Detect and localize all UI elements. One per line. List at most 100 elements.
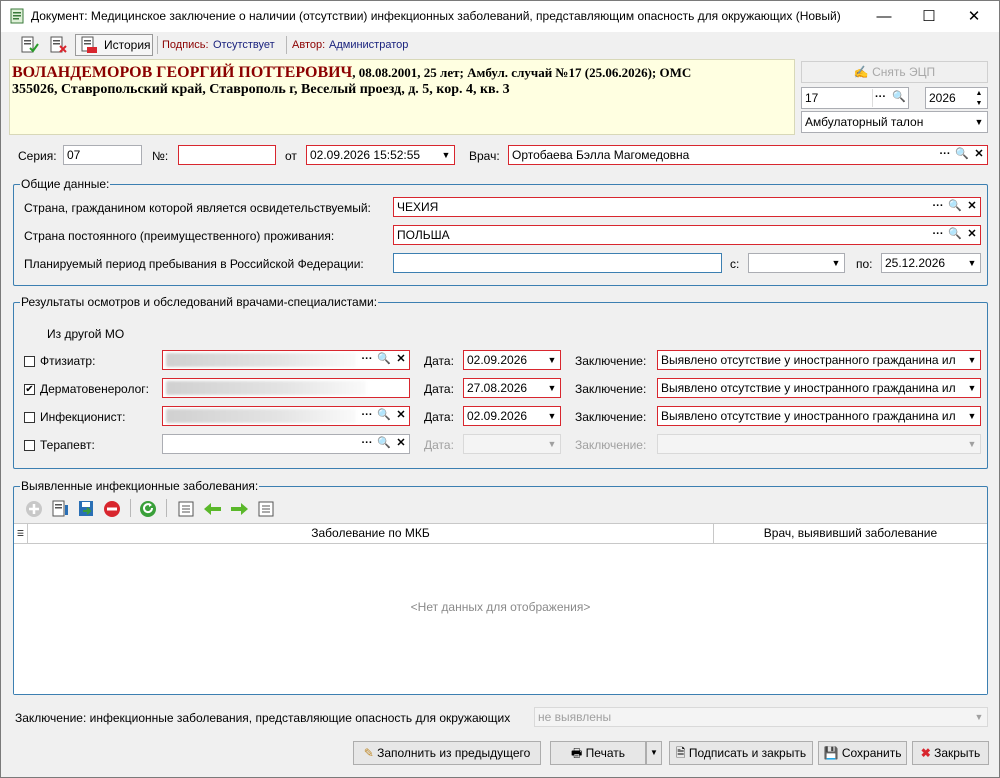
year-spinner-icon[interactable]: ▲ ▼ [971,89,987,107]
arrow-right-icon[interactable] [228,499,250,519]
specialist-date-label: Дата: [424,354,454,368]
chevron-down-icon[interactable]: ▼ [971,113,987,131]
series-input[interactable]: 07 [63,145,142,165]
refresh-icon[interactable] [138,499,158,519]
search-icon[interactable]: 🔍 [954,146,970,164]
chevron-down-icon[interactable]: ▼ [971,708,987,726]
fill-previous-button[interactable]: ✎ Заполнить из предыдущего [353,741,541,765]
specialist-conclusion-select[interactable]: Выявлено отсутствие у иностранного гражд… [657,350,981,370]
specialist-doctor-input[interactable]: ··· 🔍 ✕ [162,406,410,426]
add-icon[interactable] [24,499,44,519]
col-doctor[interactable]: Врач, выявивший заболевание [714,524,987,543]
specialist-select-button[interactable]: ··· [359,351,375,369]
search-icon[interactable]: 🔍 [376,435,392,453]
save-icon[interactable] [76,499,96,519]
period-to-select[interactable]: 25.12.2026 ▼ [881,253,981,273]
specialist-conclusion-select[interactable]: Выявлено отсутствие у иностранного гражд… [657,406,981,426]
specialist-checkbox[interactable] [24,356,35,367]
delete-icon[interactable] [102,499,122,519]
minimize-button[interactable]: — [861,1,907,32]
doctor-input[interactable]: Ортобаева Бэлла Магомедовна ··· 🔍 ✕ [508,145,988,165]
print-button[interactable]: 🖶 Печать [550,741,646,765]
clear-icon[interactable]: ✕ [964,198,980,216]
search-icon[interactable]: 🔍 [376,407,392,425]
list-icon[interactable] [176,499,196,519]
patient-name: ВОЛАНДЕМОРОВ ГЕОРГИЙ ПОТТЕРОВИЧ [12,64,353,81]
chevron-down-icon[interactable]: ▼ [964,435,980,453]
maximize-button[interactable]: ☐ [906,1,952,32]
clear-icon[interactable]: ✕ [964,226,980,244]
doc-type-select[interactable]: Амбулаторный талон ▼ [801,111,988,133]
clear-icon[interactable]: ✕ [393,351,409,369]
chevron-down-icon[interactable]: ▼ [544,379,560,397]
clear-icon[interactable]: ✕ [393,435,409,453]
chevron-down-icon[interactable]: ▼ [964,351,980,369]
column-chooser-icon[interactable]: ☰ [14,524,28,543]
final-conclusion-select[interactable]: не выявлены ▼ [534,707,988,727]
chevron-down-icon[interactable]: ▼ [964,254,980,272]
specialist-doctor-input[interactable]: ··· 🔍 ✕ [162,350,410,370]
reject-doc-button[interactable] [46,34,70,56]
specialist-doctor-input[interactable] [162,378,410,398]
citizenship-input[interactable]: ЧЕХИЯ ··· 🔍 ✕ [393,197,981,217]
specialist-select-button[interactable]: ··· [359,407,375,425]
doctor-select-button[interactable]: ··· [937,146,953,164]
results-group: Результаты осмотров и обследований врача… [13,295,988,469]
remove-signature-button[interactable]: ✍ Снять ЭЦП [801,61,988,83]
other-mo-label: Из другой МО [47,327,125,341]
search-icon[interactable]: 🔍 [947,198,963,216]
doc-date-input[interactable]: 02.09.2026 15:52:55 ▼ [306,145,455,165]
edit-icon[interactable] [50,499,70,519]
chevron-down-icon[interactable]: ▼ [964,379,980,397]
history-button[interactable]: История [75,34,153,56]
save-button[interactable]: 💾 Сохранить [818,741,907,765]
chevron-down-icon[interactable]: ▼ [438,146,454,164]
doc-check-icon [21,36,39,53]
case-search-icon[interactable]: 🔍 [891,89,907,107]
list-settings-icon[interactable] [256,499,276,519]
search-icon[interactable]: 🔍 [947,226,963,244]
specialist-date-input[interactable]: ▼ [463,434,561,454]
number-input[interactable] [178,145,276,165]
specialist-date-input[interactable]: 27.08.2026 ▼ [463,378,561,398]
close-button[interactable]: ✖ Закрыть [912,741,989,765]
chevron-down-icon[interactable]: ▼ [544,435,560,453]
specialist-name: Дерматовенеролог: [40,382,149,396]
period-input[interactable] [393,253,722,273]
chevron-down-icon[interactable]: ▼ [544,407,560,425]
sign-close-button[interactable]: 🗎 Подписать и закрыть [669,741,813,765]
clear-icon[interactable]: ✕ [971,146,987,164]
search-icon[interactable]: 🔍 [376,351,392,369]
case-select-button[interactable]: ··· [872,89,888,107]
approve-doc-button[interactable] [17,34,41,56]
specialist-conclusion-select[interactable]: ▼ [657,434,981,454]
clear-icon[interactable]: ✕ [393,407,409,425]
redacted-specialist-name [166,409,356,423]
specialist-select-button[interactable]: ··· [359,435,375,453]
case-number-field[interactable]: 17 ··· 🔍 [801,87,909,109]
print-dropdown-button[interactable]: ▼ [646,741,662,765]
specialist-date-input[interactable]: 02.09.2026 ▼ [463,406,561,426]
patient-header: ВОЛАНДЕМОРОВ ГЕОРГИЙ ПОТТЕРОВИЧ, 08.08.2… [9,59,795,135]
residence-input[interactable]: ПОЛЬША ··· 🔍 ✕ [393,225,981,245]
chevron-down-icon[interactable]: ▼ [544,351,560,369]
specialist-checkbox[interactable] [24,440,35,451]
close-window-button[interactable]: ✕ [951,1,997,32]
residence-select-button[interactable]: ··· [930,226,946,244]
year-field[interactable]: 2026 ▲ ▼ [925,87,988,109]
citizenship-select-button[interactable]: ··· [930,198,946,216]
col-mkb[interactable]: Заболевание по МКБ [28,524,714,543]
specialist-checkbox[interactable] [24,412,35,423]
chevron-down-icon[interactable]: ▼ [828,254,844,272]
specialist-checkbox[interactable]: ✔ [24,384,35,395]
period-to-value: 25.12.2026 [885,256,946,270]
arrow-left-icon[interactable] [202,499,224,519]
save-icon: 💾 [823,746,842,760]
specialist-doctor-input[interactable]: ··· 🔍 ✕ [162,434,410,454]
toolbar-separator [286,36,287,54]
chevron-down-icon[interactable]: ▼ [964,407,980,425]
specialist-name: Фтизиатр: [40,354,96,368]
specialist-conclusion-select[interactable]: Выявлено отсутствие у иностранного гражд… [657,378,981,398]
specialist-date-input[interactable]: 02.09.2026 ▼ [463,350,561,370]
period-from-select[interactable]: ▼ [748,253,845,273]
